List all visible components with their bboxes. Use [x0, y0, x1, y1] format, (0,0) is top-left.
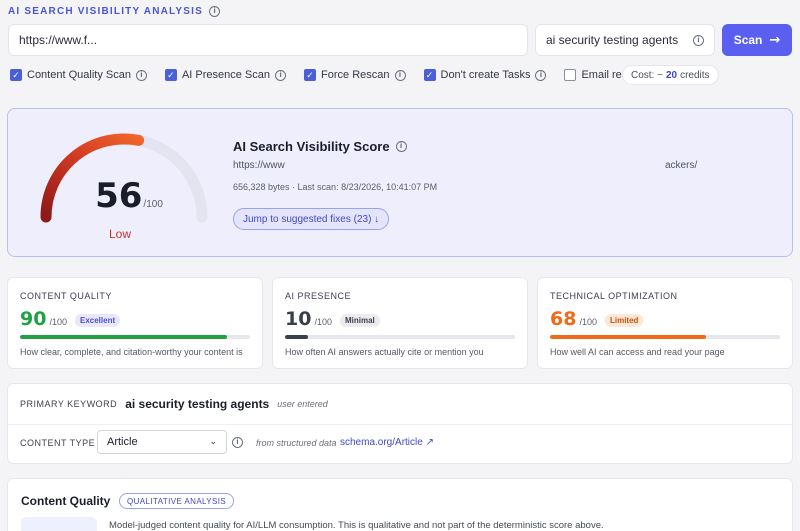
- metric-badge: Limited: [604, 314, 644, 327]
- metric-label: TECHNICAL OPTIMIZATION: [550, 291, 678, 301]
- cost-prefix: Cost: ~: [631, 69, 663, 81]
- primary-keyword-label: PRIMARY KEYWORD: [20, 399, 118, 409]
- score-gauge: 56/100 Low: [34, 129, 214, 251]
- metric-card-content-quality: CONTENT QUALITY 90 /100 Excellent How cl…: [7, 277, 263, 369]
- primary-keyword-value: ai security testing agents: [125, 397, 270, 411]
- metric-number: 90: [20, 308, 47, 330]
- section-title: AI SEARCH VISIBILITY ANALYSIS: [8, 5, 204, 17]
- info-icon[interactable]: i: [394, 69, 406, 81]
- metric-card-technical-optimization: TECHNICAL OPTIMIZATION 68 /100 Limited H…: [537, 277, 793, 369]
- metric-badge: Excellent: [74, 314, 121, 327]
- url-input[interactable]: https://www.f...: [8, 24, 528, 56]
- option-force-rescan[interactable]: ✓ Force Rescan i: [304, 69, 406, 81]
- metric-value: 10 /100 Minimal: [285, 308, 380, 330]
- keyword-input-value: ai security testing agents: [546, 33, 679, 47]
- content-quality-description: Model-judged content quality for AI/LLM …: [109, 520, 604, 531]
- score-value: 56/100: [34, 176, 224, 216]
- metric-value: 90 /100 Excellent: [20, 308, 121, 330]
- score-number: 56: [95, 176, 143, 216]
- metric-description: How well AI can access and read your pag…: [550, 347, 725, 357]
- cost-value: 20: [665, 69, 678, 81]
- scan-button-label: Scan: [733, 33, 763, 47]
- metric-bar: [20, 335, 250, 339]
- option-label: Content Quality Scan: [27, 69, 131, 81]
- info-icon[interactable]: i: [232, 437, 243, 448]
- checkbox[interactable]: ✓: [164, 69, 177, 81]
- option-content-quality-scan[interactable]: ✓ Content Quality Scan i: [10, 69, 147, 81]
- content-type-source: from structured data: [256, 438, 337, 448]
- info-icon[interactable]: i: [275, 69, 287, 81]
- score-max: /100: [143, 199, 163, 210]
- metric-max: /100: [579, 317, 597, 327]
- metric-bar: [550, 335, 780, 339]
- content-type-label: CONTENT TYPE: [20, 438, 96, 448]
- metric-max: /100: [49, 317, 67, 327]
- checkbox[interactable]: [564, 69, 577, 81]
- info-icon[interactable]: i: [535, 69, 547, 81]
- info-icon[interactable]: i: [135, 69, 147, 81]
- metric-value: 68 /100 Limited: [550, 308, 644, 330]
- info-icon[interactable]: i: [395, 141, 407, 152]
- score-heading: AI Search Visibility Score i: [233, 139, 407, 154]
- arrow-right-icon: →: [769, 32, 781, 48]
- primary-keyword-source: user entered: [277, 399, 328, 409]
- schema-link[interactable]: schema.org/Article ↗: [340, 437, 434, 448]
- metric-label: AI PRESENCE: [285, 291, 352, 301]
- score-title: AI Search Visibility Score: [233, 139, 390, 154]
- metric-number: 10: [285, 308, 312, 330]
- jump-to-fixes-button[interactable]: Jump to suggested fixes (23) ↓: [233, 208, 390, 230]
- scanned-url[interactable]: https://www: [233, 160, 285, 171]
- scanned-url-end[interactable]: ackers/: [665, 160, 697, 171]
- divider: [8, 424, 792, 425]
- scan-options: ✓ Content Quality Scan i ✓ AI Presence S…: [10, 66, 678, 84]
- score-card: 56/100 Low AI Search Visibility Score i …: [7, 108, 793, 257]
- cost-badge: Cost: ~ 20 credits: [622, 65, 719, 85]
- content-quality-title: Content Quality: [21, 494, 111, 508]
- scan-button[interactable]: Scan →: [722, 24, 792, 56]
- score-rating: Low: [108, 227, 131, 241]
- keyword-input[interactable]: ai security testing agents i: [535, 24, 715, 56]
- option-ai-presence-scan[interactable]: ✓ AI Presence Scan i: [164, 69, 287, 81]
- option-label: Don't create Tasks: [440, 69, 531, 81]
- checkbox[interactable]: ✓: [10, 69, 22, 81]
- metric-bar-fill: [285, 335, 308, 339]
- option-dont-create-tasks[interactable]: ✓ Don't create Tasks i: [423, 69, 547, 81]
- keyword-card: PRIMARY KEYWORD ai security testing agen…: [7, 383, 793, 464]
- metric-card-ai-presence: AI PRESENCE 10 /100 Minimal How often AI…: [272, 277, 528, 369]
- info-icon[interactable]: i: [209, 5, 221, 17]
- section-header: AI SEARCH VISIBILITY ANALYSIS i: [8, 4, 221, 18]
- metric-label: CONTENT QUALITY: [20, 291, 112, 301]
- qualitative-analysis-tag: QUALITATIVE ANALYSIS: [119, 493, 235, 509]
- metric-description: How clear, complete, and citation-worthy…: [20, 347, 243, 357]
- info-icon[interactable]: i: [693, 34, 704, 46]
- option-label: AI Presence Scan: [181, 69, 271, 81]
- content-type-select[interactable]: Article ⌄: [97, 430, 227, 454]
- primary-keyword-row: PRIMARY KEYWORD ai security testing agen…: [20, 397, 328, 411]
- scan-meta: 656,328 bytes · Last scan: 8/23/2026, 10…: [233, 182, 438, 192]
- chevron-down-icon: ⌄: [209, 437, 217, 447]
- metric-bar-fill: [20, 335, 227, 339]
- option-label: Force Rescan: [321, 69, 390, 81]
- content-quality-card: Content Quality QUALITATIVE ANALYSIS Mod…: [7, 478, 793, 531]
- checkbox[interactable]: ✓: [304, 69, 317, 81]
- metric-bar-fill: [550, 335, 707, 339]
- metric-bar: [285, 335, 515, 339]
- metric-description: How often AI answers actually cite or me…: [285, 347, 484, 357]
- checkbox[interactable]: ✓: [423, 69, 436, 81]
- content-quality-placeholder: [21, 517, 97, 531]
- metric-max: /100: [314, 317, 332, 327]
- metric-number: 68: [550, 308, 577, 330]
- content-type-value: Article: [107, 436, 138, 448]
- metric-badge: Minimal: [339, 314, 380, 327]
- cost-suffix: credits: [680, 69, 710, 81]
